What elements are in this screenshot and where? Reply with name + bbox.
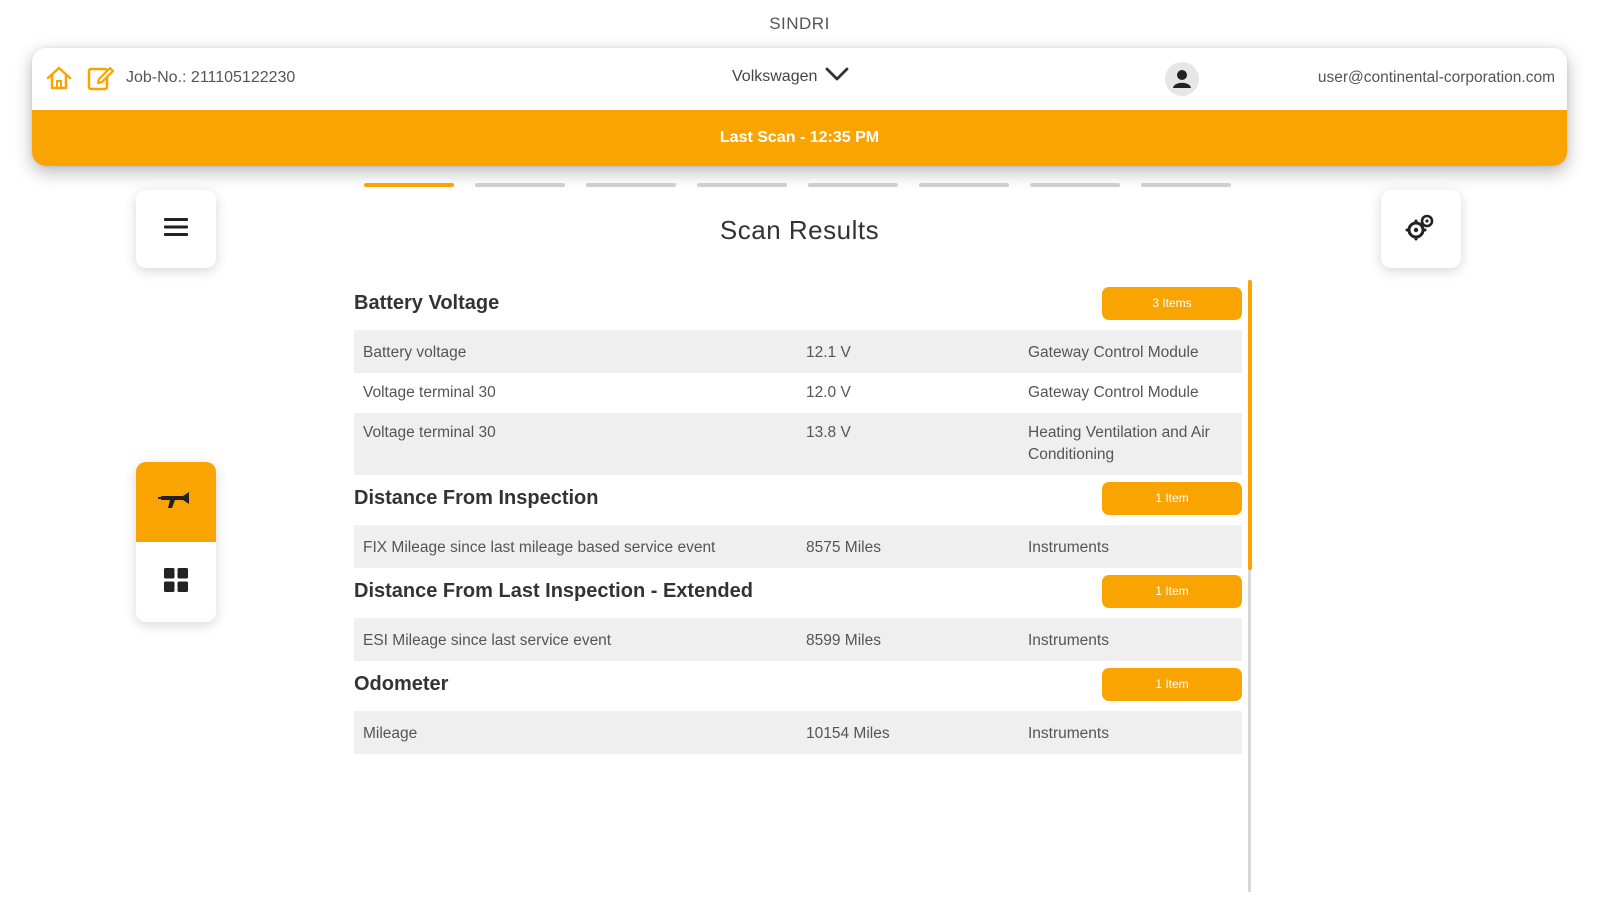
brand-select-value: Volkswagen (732, 67, 818, 85)
job-number: Job-No.: 211105122230 (126, 69, 296, 86)
parameter-module: Instruments (1028, 632, 1109, 649)
table-row: ESI Mileage since last service event 859… (354, 621, 1242, 661)
parameter-value: 12.1 V (806, 344, 851, 361)
section-title: Distance From Last Inspection - Extended (354, 580, 753, 602)
parameter-module: Heating Ventilation and Air Conditioning (1028, 424, 1210, 463)
parameter-name: Mileage (363, 725, 418, 742)
table-row: Battery voltage 12.1 V Gateway Control M… (354, 333, 1242, 373)
progress-step-5 (808, 183, 898, 187)
section-title: Odometer (354, 673, 449, 695)
user-avatar-icon[interactable] (1165, 62, 1199, 96)
parameter-value: 10154 Miles (806, 725, 890, 742)
progress-step-7 (1030, 183, 1120, 187)
parameter-value: 12.0 V (806, 384, 851, 401)
section-count-badge[interactable]: 1 Item (1102, 668, 1242, 701)
parameter-name: ESI Mileage since last service event (363, 632, 612, 649)
parameter-module: Instruments (1028, 725, 1109, 742)
side-tool-panel (136, 462, 216, 622)
top-header-card: Job-No.: 211105122230 Volkswagen user@co… (32, 48, 1567, 166)
section-header: Battery Voltage 3 Items (354, 280, 1242, 333)
brand-select[interactable]: Volkswagen (732, 66, 849, 87)
grid-view-button[interactable] (136, 542, 216, 622)
user-email[interactable]: user@continental-corporation.com (1318, 69, 1555, 87)
parameter-name: Voltage terminal 30 (363, 424, 496, 441)
chevron-down-icon (825, 66, 849, 87)
parameter-name: Battery voltage (363, 344, 467, 361)
parameter-module: Gateway Control Module (1028, 344, 1199, 361)
home-icon[interactable] (44, 63, 74, 93)
result-section: Battery Voltage 3 Items Battery voltage … (354, 280, 1242, 475)
parameter-value: 13.8 V (806, 424, 851, 441)
scan-results-list[interactable]: Battery Voltage 3 Items Battery voltage … (354, 280, 1242, 900)
section-title: Battery Voltage (354, 292, 500, 314)
section-header: Odometer 1 Item (354, 661, 1242, 714)
parameter-name: FIX Mileage since last mileage based ser… (363, 539, 716, 556)
header-row: Job-No.: 211105122230 Volkswagen user@co… (32, 48, 1567, 110)
section-count-badge[interactable]: 1 Item (1102, 575, 1242, 608)
scan-tool-icon (157, 488, 195, 517)
result-section: Distance From Inspection 1 Item FIX Mile… (354, 475, 1242, 568)
app-title: SINDRI (769, 14, 830, 33)
parameter-module: Gateway Control Module (1028, 384, 1199, 401)
grid-icon (163, 567, 189, 598)
parameter-module: Instruments (1028, 539, 1109, 556)
section-count-badge[interactable]: 1 Item (1102, 482, 1242, 515)
progress-step-1 (364, 183, 454, 187)
section-header: Distance From Last Inspection - Extended… (354, 568, 1242, 621)
page-title: Scan Results (719, 215, 880, 245)
scan-tool-button[interactable] (136, 462, 216, 542)
results-scrollbar-thumb[interactable] (1248, 280, 1252, 570)
progress-step-2 (475, 183, 565, 187)
table-row: Mileage 10154 Miles Instruments (354, 714, 1242, 754)
progress-stepper (364, 183, 1231, 187)
last-scan-status: Last Scan - 12:35 PM (32, 110, 1567, 166)
progress-step-4 (697, 183, 787, 187)
parameter-value: 8575 Miles (806, 539, 881, 556)
progress-step-3 (586, 183, 676, 187)
parameter-value: 8599 Miles (806, 632, 881, 649)
section-title: Distance From Inspection (354, 487, 599, 509)
progress-step-6 (919, 183, 1009, 187)
table-row: FIX Mileage since last mileage based ser… (354, 528, 1242, 568)
result-section: Distance From Last Inspection - Extended… (354, 568, 1242, 661)
table-row: Voltage terminal 30 12.0 V Gateway Contr… (354, 373, 1242, 413)
result-section: Odometer 1 Item Mileage 10154 Miles Inst… (354, 661, 1242, 754)
section-header: Distance From Inspection 1 Item (354, 475, 1242, 528)
section-count-badge[interactable]: 3 Items (1102, 287, 1242, 320)
parameter-name: Voltage terminal 30 (363, 384, 496, 401)
progress-step-8 (1141, 183, 1231, 187)
edit-note-icon[interactable] (85, 63, 115, 93)
table-row: Voltage terminal 30 13.8 V Heating Venti… (354, 413, 1242, 475)
